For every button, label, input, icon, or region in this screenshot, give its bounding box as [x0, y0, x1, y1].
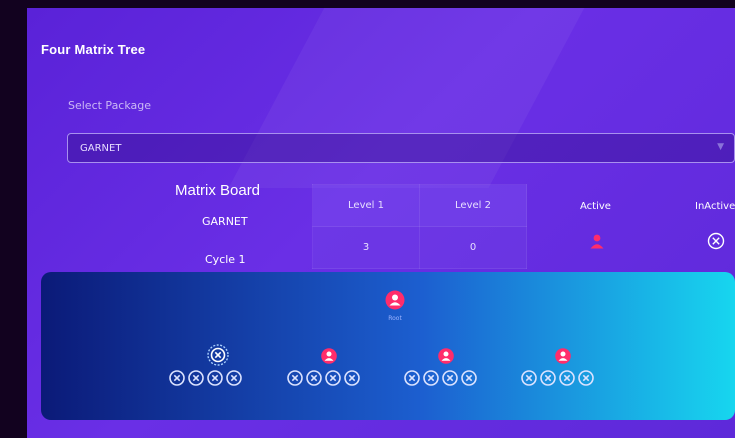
- page-title: Four Matrix Tree: [41, 42, 146, 57]
- empty-slot-icon[interactable]: [578, 370, 594, 386]
- level-2-value: 0: [419, 226, 527, 269]
- level-2-header: Level 2: [419, 184, 527, 227]
- inactive-x-circle-icon: [207, 344, 229, 366]
- empty-slot-icon[interactable]: [540, 370, 556, 386]
- empty-slot-icon[interactable]: [404, 370, 420, 386]
- matrix-tree: Root: [41, 272, 735, 420]
- empty-slot-icon[interactable]: [344, 370, 360, 386]
- empty-slot-icon[interactable]: [207, 370, 223, 386]
- matrix-package-name: GARNET: [202, 215, 248, 228]
- active-user-icon: [589, 233, 605, 253]
- root-node[interactable]: Root: [381, 290, 409, 322]
- root-user-icon: [385, 290, 405, 310]
- branch-node-2[interactable]: [321, 348, 337, 368]
- active-user-icon: [321, 348, 337, 364]
- package-select[interactable]: GARNET ▼: [67, 133, 735, 163]
- matrix-cycle: Cycle 1: [205, 253, 246, 266]
- inactive-legend-label: InActive: [695, 201, 735, 212]
- levels-table: Level 1 Level 2 3 0: [312, 184, 527, 269]
- branch-node-4[interactable]: [555, 348, 571, 368]
- empty-slot-icon[interactable]: [442, 370, 458, 386]
- slot-group-3: [404, 370, 477, 386]
- slot-group-1: [169, 370, 242, 386]
- slot-group-4: [521, 370, 594, 386]
- empty-slot-icon[interactable]: [306, 370, 322, 386]
- active-legend-label: Active: [580, 201, 611, 212]
- level-1-header: Level 1: [312, 184, 420, 227]
- active-user-icon: [555, 348, 571, 364]
- empty-slot-icon[interactable]: [521, 370, 537, 386]
- empty-slot-icon[interactable]: [226, 370, 242, 386]
- empty-slot-icon[interactable]: [188, 370, 204, 386]
- empty-slot-icon[interactable]: [287, 370, 303, 386]
- active-user-icon: [438, 348, 454, 364]
- branch-node-3[interactable]: [438, 348, 454, 368]
- slot-group-2: [287, 370, 360, 386]
- matrix-board-title: Matrix Board: [175, 182, 261, 199]
- inactive-x-circle-icon: [707, 232, 725, 254]
- empty-slot-icon[interactable]: [423, 370, 439, 386]
- select-package-label: Select Package: [68, 99, 152, 112]
- level-1-value: 3: [312, 226, 420, 269]
- chevron-down-icon: ▼: [717, 142, 724, 152]
- empty-slot-icon[interactable]: [461, 370, 477, 386]
- root-label: Root: [388, 315, 402, 322]
- package-select-value: GARNET: [80, 142, 122, 154]
- empty-slot-icon[interactable]: [325, 370, 341, 386]
- branch-node-1[interactable]: [207, 344, 229, 370]
- matrix-panel: Four Matrix Tree Select Package GARNET ▼…: [27, 8, 735, 438]
- empty-slot-icon[interactable]: [169, 370, 185, 386]
- empty-slot-icon[interactable]: [559, 370, 575, 386]
